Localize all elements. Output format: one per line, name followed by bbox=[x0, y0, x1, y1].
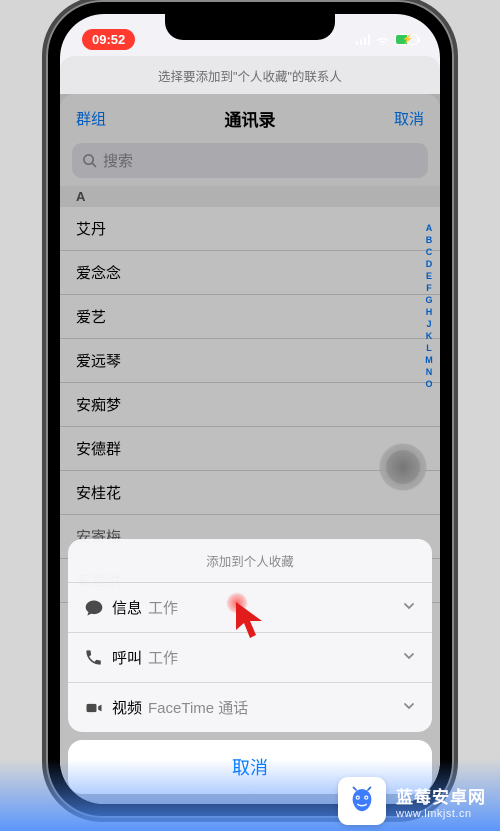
chevron-down-icon bbox=[402, 649, 416, 667]
watermark-url: www.lmkjst.cn bbox=[396, 808, 486, 820]
battery-icon: ⚡ bbox=[395, 34, 418, 45]
sheet-row-detail: 工作 bbox=[148, 597, 178, 618]
sheet-row-label: 呼叫 bbox=[112, 647, 142, 668]
notch bbox=[165, 14, 335, 40]
contacts-modal: 群组 通讯录 取消 搜索 A 艾丹 爱念念 爱艺 爱远琴 安痴梦 安德群 安桂花… bbox=[60, 94, 440, 804]
sheet-row-video[interactable]: 视频 FaceTime 通话 bbox=[68, 683, 432, 732]
wifi-icon bbox=[375, 34, 390, 45]
screen: 09:52 ⚡ 选择要添加到"个人收藏"的联系人 群组 通讯录 取消 搜索 bbox=[60, 14, 440, 804]
video-icon bbox=[84, 698, 112, 718]
sheet-row-detail: 工作 bbox=[148, 647, 178, 668]
sheet-title: 添加到个人收藏 bbox=[68, 539, 432, 583]
message-icon bbox=[84, 598, 112, 618]
sheet-row-label: 视频 bbox=[112, 697, 142, 718]
sheet-row-call[interactable]: 呼叫 工作 bbox=[68, 633, 432, 683]
watermark-logo-icon bbox=[338, 777, 386, 825]
action-sheet: 添加到个人收藏 信息 工作 bbox=[68, 539, 432, 794]
sheet-row-detail: FaceTime 通话 bbox=[148, 697, 248, 718]
phone-frame: 09:52 ⚡ 选择要添加到"个人收藏"的联系人 群组 通讯录 取消 搜索 bbox=[46, 0, 454, 818]
cellular-icon bbox=[356, 34, 371, 45]
status-time-pill: 09:52 bbox=[82, 29, 135, 50]
hint-text: 选择要添加到"个人收藏"的联系人 bbox=[158, 70, 342, 84]
chevron-down-icon bbox=[402, 599, 416, 617]
watermark-title: 蓝莓安卓网 bbox=[396, 783, 486, 808]
phone-icon bbox=[84, 648, 112, 667]
chevron-down-icon bbox=[402, 699, 416, 717]
watermark: 蓝莓安卓网 www.lmkjst.cn bbox=[0, 759, 500, 831]
sheet-row-label: 信息 bbox=[112, 597, 142, 618]
sheet-row-message[interactable]: 信息 工作 bbox=[68, 583, 432, 633]
action-sheet-block: 添加到个人收藏 信息 工作 bbox=[68, 539, 432, 732]
